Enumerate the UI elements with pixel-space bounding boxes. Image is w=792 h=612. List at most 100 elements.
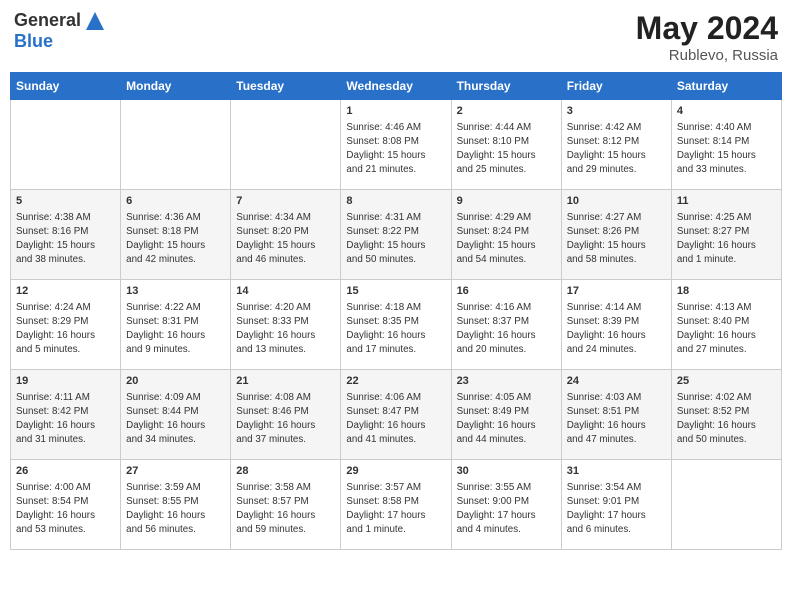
calendar-cell-w4-d5: 23 Sunrise: 4:05 AMSunset: 8:49 PMDayligh… bbox=[451, 370, 561, 460]
day-number: 4 bbox=[677, 104, 776, 119]
week-row-5: 26 Sunrise: 4:00 AMSunset: 8:54 PMDayligh… bbox=[11, 460, 782, 550]
calendar-cell-w2-d3: 7Sunrise: 4:34 AMSunset: 8:20 PMDaylight… bbox=[231, 190, 341, 280]
day-info: Sunrise: 4:36 AMSunset: 8:18 PMDaylight:… bbox=[126, 211, 225, 266]
day-number: 26 bbox=[16, 464, 115, 479]
calendar-cell-w2-d6: 10 Sunrise: 4:27 AMSunset: 8:26 PMDayligh… bbox=[561, 190, 671, 280]
day-number: 15 bbox=[346, 284, 445, 299]
week-row-4: 19 Sunrise: 4:11 AMSunset: 8:42 PMDayligh… bbox=[11, 370, 782, 460]
day-info: Sunrise: 4:22 AMSunset: 8:31 PMDaylight:… bbox=[126, 301, 225, 356]
day-info: Sunrise: 3:59 AMSunset: 8:55 PMDaylight:… bbox=[126, 481, 225, 536]
calendar-cell-w5-d2: 27Sunrise: 3:59 AMSunset: 8:55 PMDayligh… bbox=[121, 460, 231, 550]
day-info: Sunrise: 4:13 AMSunset: 8:40 PMDaylight:… bbox=[677, 301, 776, 356]
day-info: Sunrise: 4:24 AMSunset: 8:29 PMDaylight:… bbox=[16, 301, 115, 356]
calendar-cell-w4-d1: 19 Sunrise: 4:11 AMSunset: 8:42 PMDayligh… bbox=[11, 370, 121, 460]
day-info: Sunrise: 4:20 AMSunset: 8:33 PMDaylight:… bbox=[236, 301, 335, 356]
header-sunday: Sunday bbox=[11, 73, 121, 100]
calendar-cell-w4-d6: 24Sunrise: 4:03 AMSunset: 8:51 PMDayligh… bbox=[561, 370, 671, 460]
day-number: 18 bbox=[677, 284, 776, 299]
calendar-cell-w4-d3: 21Sunrise: 4:08 AMSunset: 8:46 PMDayligh… bbox=[231, 370, 341, 460]
day-number: 28 bbox=[236, 464, 335, 479]
day-info: Sunrise: 3:55 AMSunset: 9:00 PMDaylight:… bbox=[457, 481, 556, 536]
day-number: 3 bbox=[567, 104, 666, 119]
day-number: 22 bbox=[346, 374, 445, 389]
calendar-cell-w4-d4: 22 Sunrise: 4:06 AMSunset: 8:47 PMDayligh… bbox=[341, 370, 451, 460]
month-year-title: May 2024 bbox=[636, 10, 778, 47]
calendar-cell-w3-d3: 14 Sunrise: 4:20 AMSunset: 8:33 PMDayligh… bbox=[231, 280, 341, 370]
header-saturday: Saturday bbox=[671, 73, 781, 100]
day-number: 20 bbox=[126, 374, 225, 389]
calendar-cell-w3-d6: 17 Sunrise: 4:14 AMSunset: 8:39 PMDayligh… bbox=[561, 280, 671, 370]
day-info: Sunrise: 4:31 AMSunset: 8:22 PMDaylight:… bbox=[346, 211, 445, 266]
day-number: 29 bbox=[346, 464, 445, 479]
day-info: Sunrise: 4:27 AMSunset: 8:26 PMDaylight:… bbox=[567, 211, 666, 266]
day-number: 12 bbox=[16, 284, 115, 299]
logo-text-blue: Blue bbox=[14, 32, 106, 52]
day-info: Sunrise: 4:08 AMSunset: 8:46 PMDaylight:… bbox=[236, 391, 335, 446]
day-info: Sunrise: 4:29 AMSunset: 8:24 PMDaylight:… bbox=[457, 211, 556, 266]
calendar-header-row: Sunday Monday Tuesday Wednesday Thursday… bbox=[11, 73, 782, 100]
day-info: Sunrise: 4:11 AMSunset: 8:42 PMDaylight:… bbox=[16, 391, 115, 446]
day-number: 11 bbox=[677, 194, 776, 209]
day-number: 10 bbox=[567, 194, 666, 209]
day-number: 24 bbox=[567, 374, 666, 389]
day-number: 6 bbox=[126, 194, 225, 209]
day-info: Sunrise: 4:06 AMSunset: 8:47 PMDaylight:… bbox=[346, 391, 445, 446]
calendar-cell-w4-d2: 20 Sunrise: 4:09 AMSunset: 8:44 PMDayligh… bbox=[121, 370, 231, 460]
page-header: General Blue May 2024 Rublevo, Russia bbox=[10, 10, 782, 64]
calendar-cell-w2-d4: 8 Sunrise: 4:31 AMSunset: 8:22 PMDaylight… bbox=[341, 190, 451, 280]
logo: General Blue bbox=[14, 10, 106, 52]
day-info: Sunrise: 4:44 AMSunset: 8:10 PMDaylight:… bbox=[457, 121, 556, 176]
calendar-cell-w5-d3: 28Sunrise: 3:58 AMSunset: 8:57 PMDayligh… bbox=[231, 460, 341, 550]
day-number: 2 bbox=[457, 104, 556, 119]
day-info: Sunrise: 4:14 AMSunset: 8:39 PMDaylight:… bbox=[567, 301, 666, 356]
day-info: Sunrise: 4:02 AMSunset: 8:52 PMDaylight:… bbox=[677, 391, 776, 446]
header-wednesday: Wednesday bbox=[341, 73, 451, 100]
day-info: Sunrise: 4:25 AMSunset: 8:27 PMDaylight:… bbox=[677, 211, 776, 266]
day-info: Sunrise: 4:05 AMSunset: 8:49 PMDaylight:… bbox=[457, 391, 556, 446]
calendar-cell-w5-d5: 30 Sunrise: 3:55 AMSunset: 9:00 PMDayligh… bbox=[451, 460, 561, 550]
day-number: 1 bbox=[346, 104, 445, 119]
calendar-cell-w1-d7: 4Sunrise: 4:40 AMSunset: 8:14 PMDaylight… bbox=[671, 100, 781, 190]
calendar-cell-w3-d1: 12 Sunrise: 4:24 AMSunset: 8:29 PMDayligh… bbox=[11, 280, 121, 370]
day-info: Sunrise: 4:34 AMSunset: 8:20 PMDaylight:… bbox=[236, 211, 335, 266]
day-number: 9 bbox=[457, 194, 556, 209]
calendar-cell-w2-d5: 9 Sunrise: 4:29 AMSunset: 8:24 PMDaylight… bbox=[451, 190, 561, 280]
day-number: 23 bbox=[457, 374, 556, 389]
logo-icon bbox=[84, 10, 106, 32]
calendar-cell-w5-d4: 29 Sunrise: 3:57 AMSunset: 8:58 PMDayligh… bbox=[341, 460, 451, 550]
day-number: 8 bbox=[346, 194, 445, 209]
day-number: 17 bbox=[567, 284, 666, 299]
day-info: Sunrise: 3:57 AMSunset: 8:58 PMDaylight:… bbox=[346, 481, 445, 536]
day-number: 30 bbox=[457, 464, 556, 479]
header-monday: Monday bbox=[121, 73, 231, 100]
day-info: Sunrise: 4:18 AMSunset: 8:35 PMDaylight:… bbox=[346, 301, 445, 356]
day-info: Sunrise: 3:54 AMSunset: 9:01 PMDaylight:… bbox=[567, 481, 666, 536]
day-info: Sunrise: 4:38 AMSunset: 8:16 PMDaylight:… bbox=[16, 211, 115, 266]
day-info: Sunrise: 4:09 AMSunset: 8:44 PMDaylight:… bbox=[126, 391, 225, 446]
week-row-3: 12 Sunrise: 4:24 AMSunset: 8:29 PMDayligh… bbox=[11, 280, 782, 370]
calendar-cell-w5-d1: 26 Sunrise: 4:00 AMSunset: 8:54 PMDayligh… bbox=[11, 460, 121, 550]
calendar-table: Sunday Monday Tuesday Wednesday Thursday… bbox=[10, 72, 782, 550]
calendar-cell-w2-d7: 11 Sunrise: 4:25 AMSunset: 8:27 PMDayligh… bbox=[671, 190, 781, 280]
day-info: Sunrise: 4:00 AMSunset: 8:54 PMDaylight:… bbox=[16, 481, 115, 536]
day-number: 13 bbox=[126, 284, 225, 299]
header-tuesday: Tuesday bbox=[231, 73, 341, 100]
calendar-cell-w2-d1: 5Sunrise: 4:38 AMSunset: 8:16 PMDaylight… bbox=[11, 190, 121, 280]
calendar-cell-w1-d6: 3 Sunrise: 4:42 AMSunset: 8:12 PMDaylight… bbox=[561, 100, 671, 190]
calendar-cell-w5-d6: 31 Sunrise: 3:54 AMSunset: 9:01 PMDayligh… bbox=[561, 460, 671, 550]
calendar-cell-w3-d4: 15 Sunrise: 4:18 AMSunset: 8:35 PMDayligh… bbox=[341, 280, 451, 370]
header-friday: Friday bbox=[561, 73, 671, 100]
day-number: 16 bbox=[457, 284, 556, 299]
day-number: 14 bbox=[236, 284, 335, 299]
day-info: Sunrise: 4:46 AMSunset: 8:08 PMDaylight:… bbox=[346, 121, 445, 176]
calendar-cell-w3-d7: 18 Sunrise: 4:13 AMSunset: 8:40 PMDayligh… bbox=[671, 280, 781, 370]
calendar-cell-w1-d5: 2 Sunrise: 4:44 AMSunset: 8:10 PMDaylight… bbox=[451, 100, 561, 190]
day-number: 31 bbox=[567, 464, 666, 479]
day-number: 19 bbox=[16, 374, 115, 389]
calendar-cell-w3-d2: 13 Sunrise: 4:22 AMSunset: 8:31 PMDayligh… bbox=[121, 280, 231, 370]
calendar-cell-w2-d2: 6 Sunrise: 4:36 AMSunset: 8:18 PMDaylight… bbox=[121, 190, 231, 280]
day-info: Sunrise: 4:42 AMSunset: 8:12 PMDaylight:… bbox=[567, 121, 666, 176]
calendar-cell-w1-d4: 1 Sunrise: 4:46 AMSunset: 8:08 PMDaylight… bbox=[341, 100, 451, 190]
calendar-cell-w1-d2 bbox=[121, 100, 231, 190]
week-row-2: 5Sunrise: 4:38 AMSunset: 8:16 PMDaylight… bbox=[11, 190, 782, 280]
